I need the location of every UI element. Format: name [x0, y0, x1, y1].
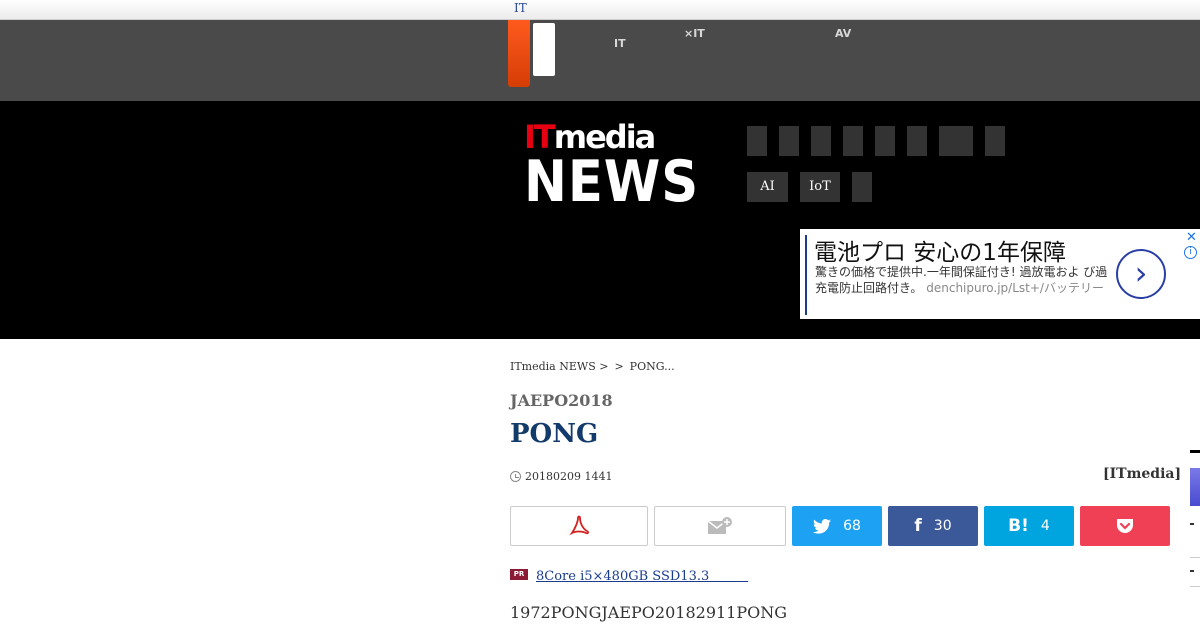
- pocket-button[interactable]: [1080, 506, 1170, 546]
- breadcrumb-home[interactable]: ITmedia NEWS >: [510, 360, 608, 373]
- category-tag-2[interactable]: [779, 126, 799, 156]
- sidebar-edge-bullet: [1190, 570, 1194, 572]
- mail-plus-icon: [707, 517, 732, 534]
- article-lead: 1972PONGJAEPO20182911PONG: [510, 603, 788, 622]
- itmedia-news-logo[interactable]: ITmedia NEWS: [524, 120, 719, 215]
- pocket-icon: [1117, 519, 1133, 533]
- ad-accent-bar: [805, 235, 807, 315]
- category-tag-ai[interactable]: AI: [747, 172, 788, 202]
- breadcrumb-separator: >: [614, 360, 624, 373]
- sidebar-edge-divider: [1190, 557, 1200, 558]
- pdf-icon: [569, 515, 589, 536]
- article-series[interactable]: JAEPO2018: [510, 391, 613, 410]
- mail-subscribe-button[interactable]: [654, 506, 786, 546]
- category-tag-3[interactable]: [811, 126, 831, 156]
- hatena-bookmark-button[interactable]: B! 4: [984, 506, 1074, 546]
- category-tag-4[interactable]: [843, 126, 863, 156]
- category-tag-8[interactable]: [985, 126, 1005, 156]
- sidebar-edge-thumbnail[interactable]: [1190, 468, 1200, 506]
- pr-badge: PR: [510, 569, 528, 580]
- category-tag-iot[interactable]: IoT: [800, 172, 840, 202]
- global-nav: [0, 20, 1200, 101]
- nav-item-2-line2: ×IT: [684, 27, 705, 40]
- ad-close-icon[interactable]: ✕: [1186, 230, 1197, 245]
- ad-url[interactable]: denchipuro.jp/Lst+/バッテリー: [926, 281, 1104, 295]
- article-author: [ITmedia]: [1103, 466, 1182, 482]
- top-bar: IT: [0, 0, 1200, 20]
- sidebar-edge-divider: [1190, 586, 1200, 587]
- category-tag-5[interactable]: [875, 126, 895, 156]
- category-tag-more[interactable]: [852, 172, 872, 202]
- category-tag-7[interactable]: [939, 126, 973, 156]
- clock-icon: [510, 471, 521, 482]
- article-date: 20180209 1441: [510, 470, 612, 483]
- category-tag-6[interactable]: [907, 126, 927, 156]
- hatena-bookmark-count: 4: [1040, 518, 1050, 534]
- site-logo-orange-block[interactable]: [508, 20, 530, 87]
- twitter-icon: [813, 518, 832, 534]
- article-date-text: 20180209 1441: [525, 470, 613, 483]
- site-logo-white-block[interactable]: [533, 23, 555, 76]
- ad-banner[interactable]: 電池プロ 安心の1年保障 驚きの価格で提供中.一年間保証付き! 過放電およ び過…: [800, 229, 1200, 319]
- pdf-button[interactable]: [510, 506, 648, 546]
- nav-item-1[interactable]: IT: [614, 28, 626, 49]
- facebook-share-count: 30: [933, 518, 952, 534]
- nav-item-2[interactable]: ×IT: [684, 28, 705, 39]
- ad-info-icon[interactable]: i: [1184, 246, 1197, 259]
- facebook-icon: f: [914, 516, 922, 536]
- breadcrumb: ITmedia NEWS > > PONG...: [510, 360, 681, 373]
- pr-link-row: PR 8Core i5×480GB SSD13.3: [510, 565, 748, 584]
- top-bar-it-link[interactable]: IT: [514, 1, 527, 15]
- ad-body: 驚きの価格で提供中.一年間保証付き! 過放電およ び過充電防止回路付き。 den…: [815, 264, 1110, 296]
- article-title: PONG: [510, 419, 599, 449]
- pr-link[interactable]: 8Core i5×480GB SSD13.3: [536, 565, 748, 584]
- twitter-share-button[interactable]: 68: [792, 506, 882, 546]
- sidebar-edge-bullet: [1190, 523, 1194, 525]
- twitter-share-count: 68: [843, 518, 861, 534]
- ad-arrow-button[interactable]: ›: [1116, 249, 1166, 299]
- nav-item-3[interactable]: AV: [835, 28, 851, 39]
- breadcrumb-current: PONG...: [629, 360, 675, 373]
- logo-news-text: NEWS: [524, 149, 700, 215]
- nav-item-1-line2: IT: [614, 37, 626, 50]
- facebook-share-button[interactable]: f 30: [888, 506, 978, 546]
- ad-headline[interactable]: 電池プロ 安心の1年保障: [814, 233, 1066, 267]
- nav-item-3-line1: AV: [835, 27, 852, 40]
- category-tag-1[interactable]: [747, 126, 767, 156]
- sidebar-edge-rule: [1190, 450, 1200, 453]
- hatena-bookmark-icon: B!: [1008, 516, 1029, 536]
